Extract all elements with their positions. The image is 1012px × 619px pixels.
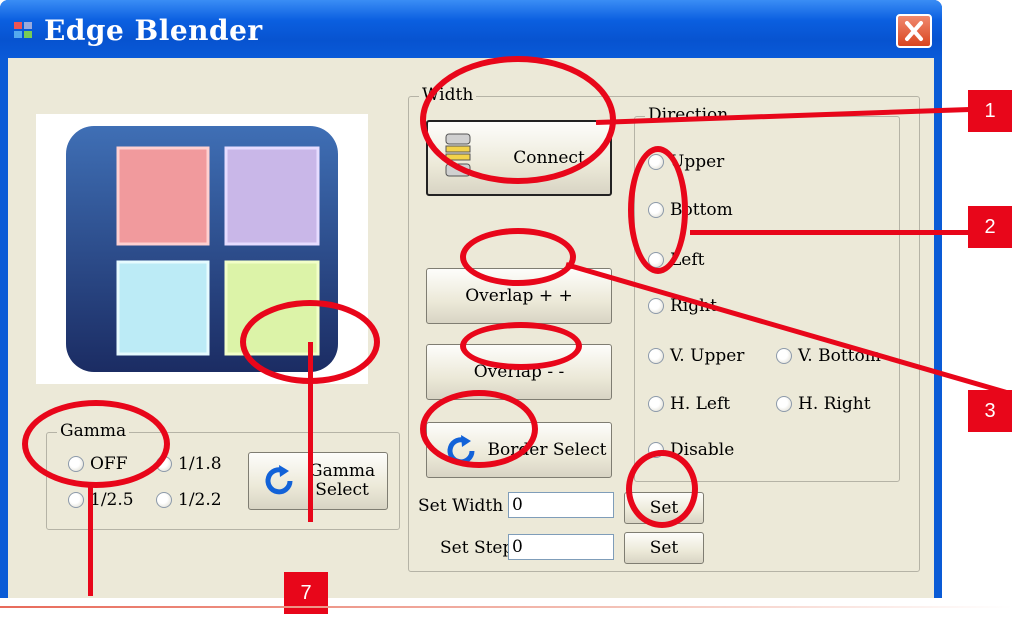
annotation-line-gamma-down <box>88 486 93 596</box>
radio-icon <box>68 492 84 508</box>
annotation-line-2 <box>690 230 970 235</box>
direction-radio-h-left[interactable]: H. Left <box>648 394 730 414</box>
bottom-divider <box>0 606 1012 608</box>
annotation-line-logo-down <box>308 342 313 522</box>
direction-radio-h-right[interactable]: H. Right <box>776 394 871 414</box>
radio-icon <box>648 396 664 412</box>
callout-3: 3 <box>968 390 1012 432</box>
direction-radio-v-upper[interactable]: V. Upper <box>648 346 744 366</box>
set-step-button[interactable]: Set <box>624 532 704 564</box>
app-icon <box>14 22 34 40</box>
radio-icon <box>648 348 664 364</box>
gamma-select-label-line1: Gamma <box>309 461 376 481</box>
callout-2: 2 <box>968 206 1012 248</box>
set-step-input[interactable]: 0 <box>508 534 614 560</box>
annotation-ring-connect <box>420 56 616 184</box>
radio-icon <box>776 396 792 412</box>
annotation-ring-gamma <box>22 400 170 488</box>
radio-icon <box>156 492 172 508</box>
gamma-radio-1-2-2[interactable]: 1/2.2 <box>156 490 222 510</box>
close-button[interactable] <box>896 14 932 48</box>
annotation-ring-set <box>626 450 698 528</box>
radio-icon <box>648 298 664 314</box>
gamma-radio-1-2-5[interactable]: 1/2.5 <box>68 490 134 510</box>
annotation-ring-overlap-plus <box>460 228 576 286</box>
radio-icon <box>776 348 792 364</box>
annotation-ring-direction <box>628 146 688 274</box>
gamma-select-button[interactable]: Gamma Select <box>248 452 388 510</box>
gamma-select-label-line2: Select <box>315 480 369 500</box>
set-step-label: Set Step <box>440 538 514 558</box>
set-width-input[interactable]: 0 <box>508 492 614 518</box>
set-width-label: Set Width <box>418 496 504 516</box>
callout-1: 1 <box>968 90 1012 132</box>
annotation-ring-overlap-minus <box>460 322 582 370</box>
title-bar[interactable]: Edge Blender <box>0 0 942 58</box>
annotation-ring-border-select <box>420 390 538 468</box>
window-title: Edge Blender <box>44 14 263 47</box>
close-icon <box>905 21 923 41</box>
refresh-icon <box>265 465 293 495</box>
